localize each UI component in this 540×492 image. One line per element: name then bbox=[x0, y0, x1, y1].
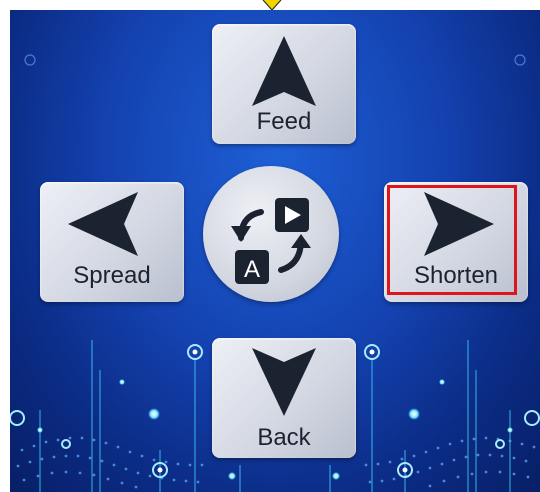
center-swap-button[interactable]: A bbox=[203, 166, 339, 302]
spread-button[interactable]: Spread bbox=[40, 182, 184, 302]
back-label: Back bbox=[257, 424, 311, 451]
feed-label: Feed bbox=[256, 108, 312, 135]
translate-swap-icon: A bbox=[231, 198, 311, 284]
feed-button[interactable]: Feed bbox=[212, 24, 356, 144]
shorten-button[interactable]: Shorten bbox=[384, 182, 528, 302]
back-button[interactable]: Back bbox=[212, 338, 356, 458]
spread-label: Spread bbox=[73, 262, 151, 289]
shorten-label: Shorten bbox=[413, 262, 499, 289]
center-letter: A bbox=[244, 256, 260, 283]
control-screen: Feed Spread Shorten Back A bbox=[0, 0, 540, 492]
